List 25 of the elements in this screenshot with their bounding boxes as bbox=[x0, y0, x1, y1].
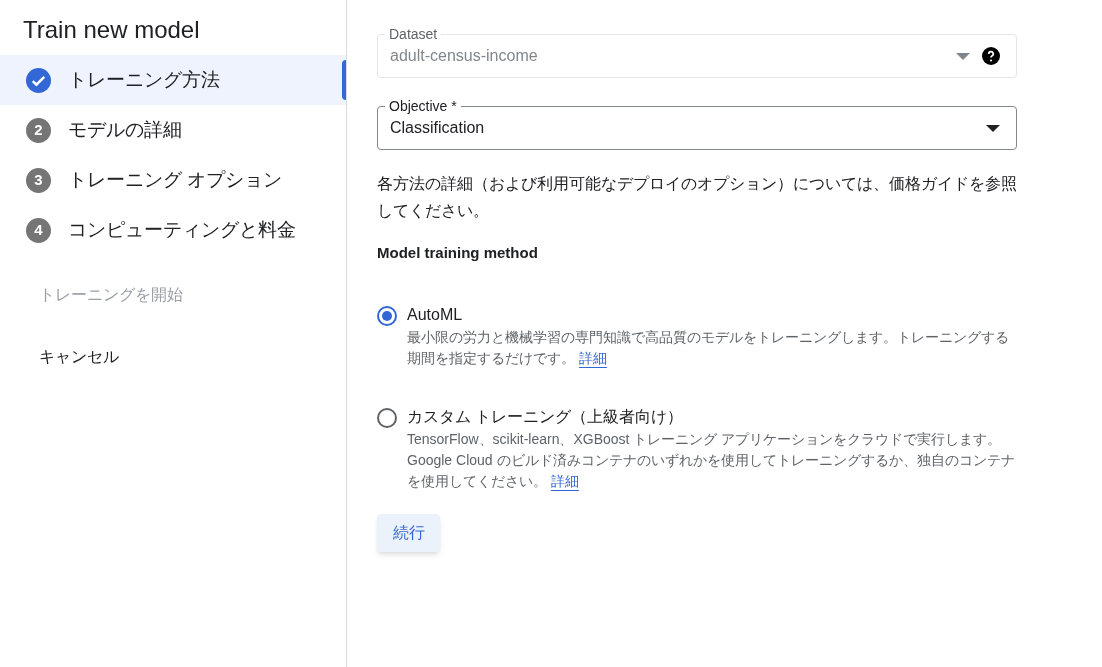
caret-icon bbox=[956, 52, 970, 60]
learn-more-link[interactable]: 詳細 bbox=[550, 472, 579, 489]
option-description: TensorFlow、scikit-learn、XGBoost トレーニング アプリケーションをクラウドで実行します。Google Cloud のビルド済みコンテナのいずれかを使用してトレーニングするか、独自のコンテナを使用してください。 詳細 bbox=[407, 429, 1016, 491]
page-title: Train new model bbox=[22, 15, 201, 45]
step-item[interactable]: トレーニング方法 bbox=[0, 55, 346, 105]
continue-button[interactable]: 続行 bbox=[377, 513, 440, 552]
option-label[interactable]: カスタム トレーニング（上級者向け） bbox=[407, 404, 1017, 429]
step-item[interactable]: 4 コンピューティングと料金 bbox=[0, 205, 346, 255]
learn-more-link[interactable]: 詳細 bbox=[578, 349, 607, 366]
option-description: 最小限の労力と機械学習の専門知識で高品質のモデルをトレーニングします。トレーニングする期間を指定するだけです。 詳細 bbox=[407, 327, 1010, 368]
radio-button[interactable] bbox=[377, 305, 397, 326]
step-number: 4 bbox=[26, 217, 51, 243]
info-text: 各方法の詳細（および利用可能なデプロイのオプション）については、価格ガイドを参照してください。 bbox=[377, 174, 1017, 221]
section-heading: Model training method bbox=[377, 243, 539, 263]
option-label[interactable]: AutoML bbox=[407, 302, 1017, 327]
field-value: adult-census-income bbox=[390, 46, 539, 66]
caret-icon bbox=[986, 124, 1000, 132]
step-item[interactable]: 2 モデルの詳細 bbox=[0, 105, 346, 155]
step-number: 3 bbox=[26, 167, 51, 193]
selection-indicator bbox=[342, 60, 346, 100]
radio-button[interactable] bbox=[377, 407, 397, 428]
step-item[interactable]: 3 トレーニング オプション bbox=[0, 155, 346, 205]
step-number: 2 bbox=[26, 117, 51, 143]
cancel-button[interactable]: キャンセル bbox=[39, 345, 119, 369]
field-value: Classification bbox=[390, 118, 486, 138]
